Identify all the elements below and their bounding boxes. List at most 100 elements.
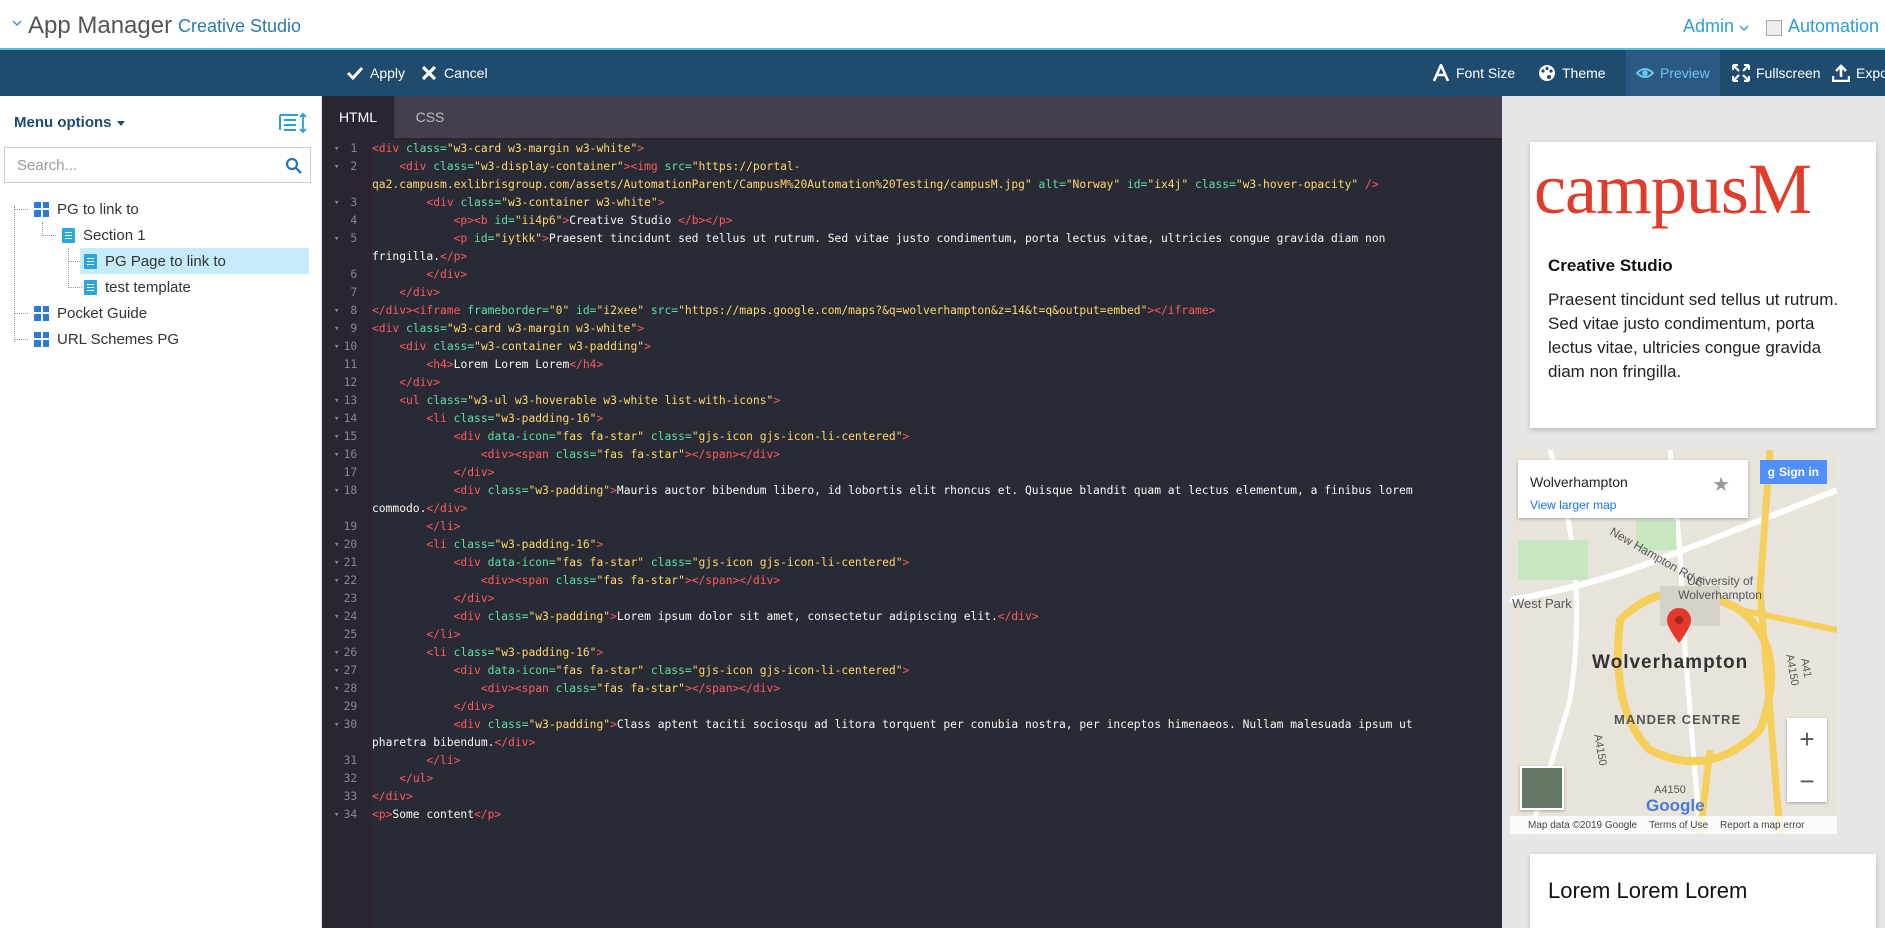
code-token: "ix4j": [1147, 178, 1189, 191]
satellite-toggle[interactable]: [1520, 766, 1564, 810]
star-icon[interactable]: ★: [1712, 472, 1730, 497]
code-token: class=: [433, 340, 475, 353]
theme-button[interactable]: Theme: [1538, 50, 1606, 96]
automation-menu[interactable]: Automation: [1788, 16, 1885, 37]
code-token: "https://maps.google.com/maps?&q=wolverh…: [678, 304, 1148, 317]
page-icon: [62, 227, 75, 243]
tab-html[interactable]: HTML: [322, 96, 394, 138]
google-sign-in-button[interactable]: g Sign in: [1759, 460, 1827, 484]
chevron-down-icon: [1739, 25, 1749, 31]
code-token: "Norway": [1065, 178, 1121, 191]
tree-item-pg-to-link-to[interactable]: PG to link to: [34, 196, 234, 222]
code-token: ></span></div>: [684, 448, 781, 461]
code-token: <li: [426, 538, 454, 551]
tree-connector: [42, 235, 56, 236]
map-info-card: Wolverhampton View larger map ★: [1518, 460, 1748, 518]
code-token: "ii4p6": [514, 214, 563, 227]
code-token: <li: [426, 412, 454, 425]
line-number: 31: [343, 754, 364, 767]
tab-css[interactable]: CSS: [394, 96, 466, 138]
report-map-error-link[interactable]: Report a map error: [1720, 820, 1804, 831]
fullscreen-button[interactable]: Fullscreen: [1732, 50, 1821, 96]
code-token: class=: [406, 142, 447, 155]
code-token: data-icon=: [487, 664, 556, 677]
map-footer: Map data ©2019 Google Terms of Use Repor…: [1510, 816, 1837, 834]
code-line: ▾ 30 <div class="w3-padding">Class aptent…: [334, 716, 1502, 734]
app-subtitle[interactable]: Creative Studio: [178, 16, 301, 37]
card-text: Praesent tincidunt sed tellus ut rutrum.…: [1548, 290, 1839, 381]
preview-panel: campusM Creative Studio Praesent tincidu…: [1502, 96, 1885, 928]
html-code-editor[interactable]: ▾ 1 <div class="w3-card w3-margin w3-whit…: [334, 140, 1502, 928]
code-token: id=: [569, 304, 597, 317]
embedded-map[interactable]: Wolverhampton View larger map ★ g Sign in…: [1510, 450, 1837, 834]
code-token: <div: [453, 430, 488, 443]
export-button[interactable]: Expo: [1832, 50, 1885, 96]
tree-item-test-template[interactable]: test template: [84, 274, 284, 300]
code-line: 7 </div>: [334, 284, 1502, 302]
code-line: 19 </li>: [334, 518, 1502, 536]
zoom-in-button[interactable]: +: [1787, 718, 1827, 760]
tree-item-pocket-guide[interactable]: Pocket Guide: [34, 300, 234, 326]
code-token: >: [902, 556, 910, 569]
editor-toolbar: Apply Cancel Font Size Theme Preview Ful…: [0, 50, 1885, 96]
code-token: Some content: [392, 808, 475, 821]
code-token: />: [1358, 178, 1379, 191]
code-line: ▾ 14 <li class="w3-padding-16">: [334, 410, 1502, 428]
code-token: data-icon=: [487, 556, 556, 569]
code-token: fringilla.: [372, 250, 441, 263]
code-token: <div: [453, 664, 488, 677]
tree-item-url-schemes-pg[interactable]: URL Schemes PG: [34, 326, 234, 352]
terms-of-use-link[interactable]: Terms of Use: [1649, 820, 1708, 831]
cancel-button[interactable]: Cancel: [420, 50, 488, 96]
menu-options-dropdown[interactable]: Menu options: [14, 114, 125, 131]
line-number: 24: [343, 610, 364, 623]
chevron-down-icon[interactable]: [12, 18, 22, 28]
line-number: 20: [343, 538, 364, 551]
search-input[interactable]: [5, 148, 310, 182]
code-token: >: [902, 664, 910, 677]
app-title: App Manager: [28, 12, 173, 39]
line-number: 1: [350, 142, 364, 155]
code-token: class=: [426, 394, 468, 407]
search-icon[interactable]: [285, 157, 302, 174]
tree-item-section-1[interactable]: Section 1: [62, 222, 262, 248]
line-number: 6: [350, 268, 364, 281]
code-line: 32 </ul>: [334, 770, 1502, 788]
code-token: </li>: [426, 520, 461, 533]
code-token: "fas fa-star": [596, 574, 685, 587]
code-token: <div: [453, 484, 488, 497]
code-token: ></span></div>: [684, 574, 781, 587]
line-number: 4: [350, 214, 364, 227]
code-token: <p: [453, 232, 475, 245]
code-token: class=: [644, 664, 692, 677]
code-token: </div>: [426, 268, 468, 281]
tree-item-pg-page-to-link-to[interactable]: PG Page to link to: [80, 248, 309, 274]
code-token: >: [542, 232, 549, 245]
preview-button[interactable]: Preview: [1626, 50, 1720, 96]
code-token: class=: [644, 430, 692, 443]
code-line: ▾ 9 <div class="w3-card w3-margin w3-whit…: [334, 320, 1502, 338]
code-token: </div>: [453, 592, 495, 605]
line-number: 33: [343, 790, 364, 803]
code-token: class=: [487, 718, 529, 731]
line-number: 30: [343, 718, 364, 731]
admin-menu[interactable]: Admin: [1683, 16, 1749, 37]
code-token: <div: [399, 340, 434, 353]
code-token: data-icon=: [487, 430, 556, 443]
code-line: 4 <p><b id="ii4p6">Creative Studio </b><…: [334, 212, 1502, 230]
font-icon: [1432, 64, 1450, 82]
zoom-out-button[interactable]: −: [1787, 760, 1827, 802]
apply-button[interactable]: Apply: [346, 50, 405, 96]
map-pin-icon[interactable]: [1666, 608, 1692, 644]
view-larger-map-link[interactable]: View larger map: [1530, 498, 1616, 512]
code-token: "fas fa-star": [555, 664, 645, 677]
code-line: ▾ 28 <div><span class="fas fa-star"></spa…: [334, 680, 1502, 698]
code-token: </li>: [426, 754, 461, 767]
font-size-button[interactable]: Font Size: [1432, 50, 1515, 96]
code-token: Praesent tincidunt sed tellus ut rutrum.…: [548, 232, 1386, 245]
line-number: 2: [350, 160, 364, 173]
code-token: "w3-container w3-white": [501, 196, 658, 209]
page-icon: [84, 279, 97, 295]
code-token: "iytkk": [494, 232, 543, 245]
tree-sort-icon[interactable]: [278, 112, 308, 134]
